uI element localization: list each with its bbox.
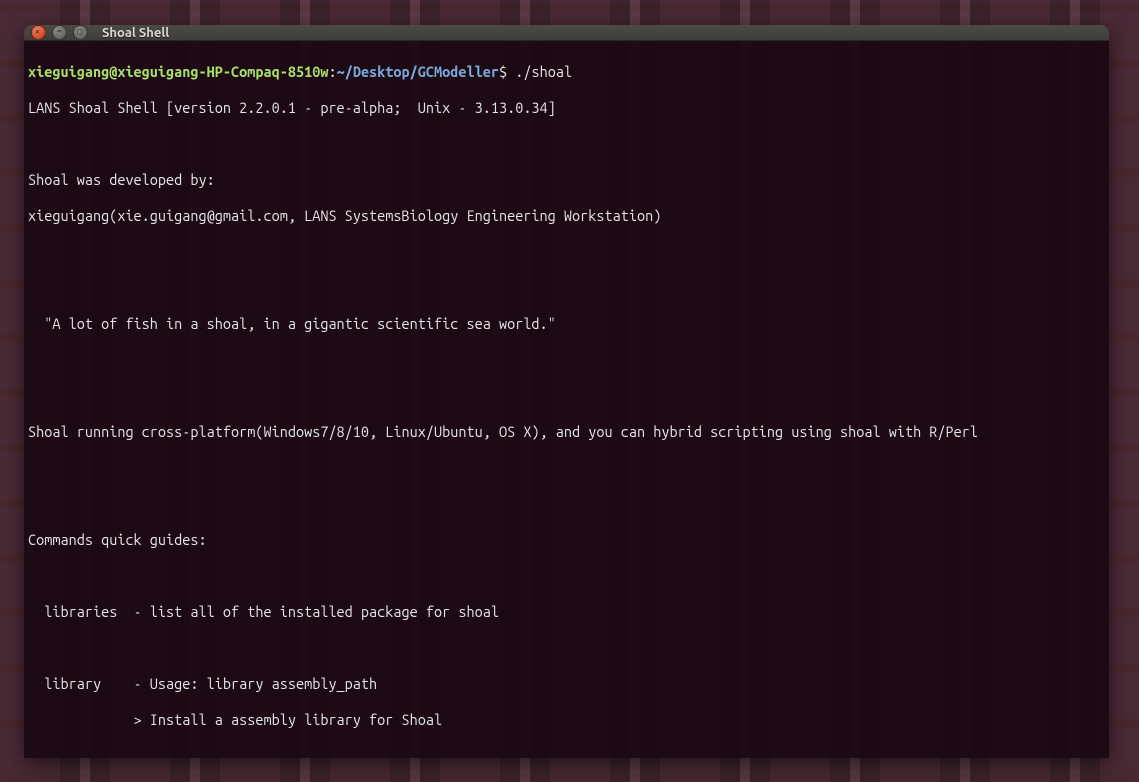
banner-version: LANS Shoal Shell [version 2.2.0.1 - pre-… <box>28 99 1105 117</box>
titlebar[interactable]: Shoal Shell <box>24 25 1109 41</box>
minimize-icon[interactable] <box>52 25 67 40</box>
dev-line: xieguigang(xie.guigang@gmail.com, LANS S… <box>28 207 1105 225</box>
guides-header: Commands quick guides: <box>28 531 1105 549</box>
cmd-library-usage: library - Usage: library assembly_path <box>28 675 1105 693</box>
prompt-user-host: xieguigang@xieguigang-HP-Compaq-8510w <box>28 63 328 80</box>
prompt-colon: : <box>328 63 336 80</box>
blank-line <box>28 639 1105 657</box>
blank-line <box>28 243 1105 261</box>
maximize-icon[interactable] <box>73 25 88 40</box>
cmd-libraries: libraries - list all of the installed pa… <box>28 603 1105 621</box>
blank-line <box>28 495 1105 513</box>
blank-line <box>28 279 1105 297</box>
blank-line <box>28 351 1105 369</box>
blank-line <box>28 459 1105 477</box>
close-icon[interactable] <box>31 25 46 40</box>
terminal-window: Shoal Shell xieguigang@xieguigang-HP-Com… <box>24 25 1109 758</box>
prompt-path: ~/Desktop/GCModeller <box>337 63 499 80</box>
dev-header: Shoal was developed by: <box>28 171 1105 189</box>
cmd-library-desc: > Install a assembly library for Shoal <box>28 711 1105 729</box>
blank-line <box>28 387 1105 405</box>
typed-command: ./shoal <box>515 63 572 80</box>
window-title: Shoal Shell <box>102 26 169 40</box>
cross-platform-line: Shoal running cross-platform(Windows7/8/… <box>28 423 1105 441</box>
prompt-line: xieguigang@xieguigang-HP-Compaq-8510w:~/… <box>28 63 1105 81</box>
terminal-body[interactable]: xieguigang@xieguigang-HP-Compaq-8510w:~/… <box>24 41 1109 758</box>
blank-line <box>28 567 1105 585</box>
quote-line: "A lot of fish in a shoal, in a gigantic… <box>28 315 1105 333</box>
blank-line <box>28 135 1105 153</box>
blank-line <box>28 747 1105 758</box>
prompt-dollar: $ <box>499 63 515 80</box>
